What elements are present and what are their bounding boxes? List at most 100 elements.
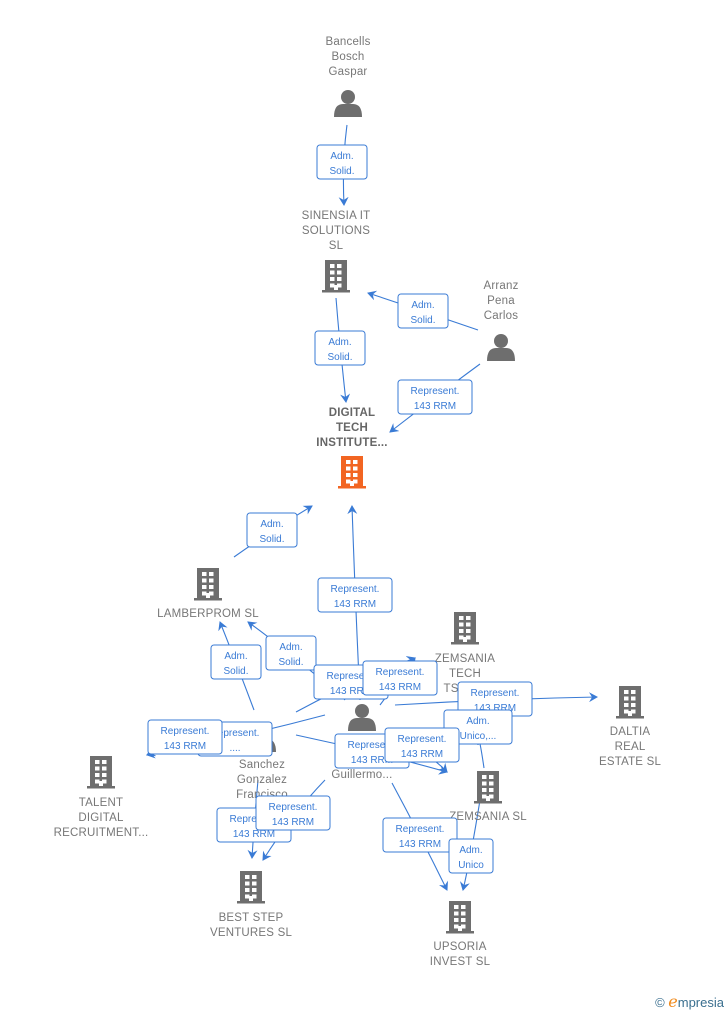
edge-label-text: Solid. [327, 352, 352, 363]
building-icon [451, 612, 479, 645]
edge-label-text: Represent. [396, 824, 445, 835]
building-icon [474, 771, 502, 804]
edge-label-text: 143 RRM [272, 817, 314, 828]
edge-label[interactable]: Adm. Solid. [397, 293, 449, 329]
node-arranz[interactable]: Arranz Pena Carlos [483, 280, 518, 361]
edge-label-text: Adm. [224, 651, 247, 662]
node-label: TECH [336, 422, 368, 434]
edge-label-text: Represent. [398, 734, 447, 745]
node-label: Bosch [332, 51, 365, 63]
node-label: Sanchez [239, 759, 285, 771]
node-label: BEST STEP [219, 912, 284, 924]
edge-label[interactable]: Adm. Solid. [210, 644, 262, 680]
edge-label-text: Represent. [376, 667, 425, 678]
node-label: Gaspar [329, 66, 368, 78]
building-icon [87, 756, 115, 789]
node-digital[interactable]: DIGITAL TECH INSTITUTE... [316, 407, 388, 489]
edge-label-text: Represent. [269, 802, 318, 813]
node-daltia[interactable]: DALTIA REAL ESTATE SL [599, 686, 661, 768]
edge-label-text: Adm. [328, 337, 351, 348]
edge-label-text: Adm. [466, 716, 489, 727]
node-label: INSTITUTE... [316, 437, 387, 449]
building-icon [194, 568, 222, 601]
person-icon [348, 704, 376, 731]
building-icon [322, 260, 350, 293]
edge-label-text: Represent. [331, 584, 380, 595]
node-talent[interactable]: TALENT DIGITAL RECRUITMENT... [54, 756, 149, 839]
edge-label-text: Adm. [260, 519, 283, 530]
node-label: RECRUITMENT... [54, 827, 149, 839]
person-icon [487, 334, 515, 361]
edge-label-text: 143 RRM [399, 839, 441, 850]
node-label: ZEMSANIA SL [449, 811, 527, 823]
node-label: SL [329, 240, 344, 252]
node-label: DALTIA [610, 726, 651, 738]
edge-label-text: Represent. [161, 726, 210, 737]
edge-label[interactable]: Represent. 143 RRM [384, 727, 460, 763]
edge-label-text: 143 RRM [379, 682, 421, 693]
node-zemsania[interactable]: ZEMSANIA SL [449, 771, 527, 823]
node-label: DIGITAL [329, 407, 376, 419]
copyright-icon: © [655, 995, 665, 1010]
edge-label-text: Represent. [471, 688, 520, 699]
network-graph: BancellsBoschGasparSINENSIA ITSOLUTIONSS… [54, 36, 662, 968]
edge-label-text: Unico [458, 860, 484, 871]
edge-label-text: Solid. [278, 657, 303, 668]
edge-label[interactable]: Represent. 143 RRM [382, 817, 458, 853]
node-label: Gonzalez [237, 774, 287, 786]
edge-label-text: Solid. [259, 534, 284, 545]
empresia-logo[interactable]: © empresia [655, 992, 724, 1011]
node-bancells[interactable]: Bancells Bosch Gaspar [325, 36, 370, 117]
edge-label-text: 143 RRM [164, 741, 206, 752]
edge-label[interactable]: Represent. 143 RRM [255, 795, 331, 831]
edge-label-text: Represent. [411, 386, 460, 397]
node-label: REAL [615, 741, 646, 753]
edge-label[interactable]: Represent. 143 RRM [397, 379, 473, 415]
edge-label-text: 143 RRM [401, 749, 443, 760]
edge-label[interactable]: Represent. 143 RRM [147, 719, 223, 755]
node-lamberprom[interactable]: LAMBERPROM SL [157, 568, 259, 620]
edge-label[interactable]: Adm. Solid. [314, 330, 366, 366]
edge-label-text: Adm. [279, 642, 302, 653]
building-icon [616, 686, 644, 719]
node-beststep[interactable]: BEST STEP VENTURES SL [210, 871, 292, 939]
edge-label-text: Solid. [223, 666, 248, 677]
edge-label-text: .... [229, 743, 240, 754]
edge-label[interactable]: Represent. 143 RRM [362, 660, 438, 696]
edge-label[interactable]: Adm. Unico [448, 838, 494, 874]
edge-label[interactable]: Adm. Solid. [265, 635, 317, 671]
node-sinensia[interactable]: SINENSIA IT SOLUTIONS SL [302, 210, 371, 293]
edge-label-text: Adm. [459, 845, 482, 856]
node-label: TECH [449, 668, 481, 680]
edge-label-text: Adm. [330, 151, 353, 162]
node-label: UPSORIA [433, 941, 486, 953]
edge-label-text: 143 RRM [233, 829, 275, 840]
node-label: Arranz [483, 280, 518, 292]
node-label: ESTATE SL [599, 756, 661, 768]
person-icon [334, 90, 362, 117]
node-label: SINENSIA IT [302, 210, 371, 222]
node-label: Guillermo... [331, 769, 392, 781]
node-label: DIGITAL [78, 812, 124, 824]
edge-label-text: Adm. [411, 300, 434, 311]
node-label: ZEMSANIA [435, 653, 496, 665]
building-icon [338, 456, 366, 489]
edge-label-text: Unico,... [460, 731, 497, 742]
edge-label[interactable]: Adm. Solid. [316, 144, 368, 180]
edge-label-text: Solid. [410, 315, 435, 326]
building-icon [237, 871, 265, 904]
node-upsoria[interactable]: UPSORIA INVEST SL [430, 901, 491, 968]
node-label: LAMBERPROM SL [157, 608, 259, 620]
building-icon [446, 901, 474, 934]
edge-label-text: Solid. [329, 166, 354, 177]
node-label: INVEST SL [430, 956, 491, 968]
edge-label[interactable]: Represent. 143 RRM [317, 577, 393, 613]
node-label: Bancells [325, 36, 370, 48]
node-label: SOLUTIONS [302, 225, 370, 237]
node-label: Carlos [484, 310, 518, 322]
node-label: Pena [487, 295, 515, 307]
node-label: TALENT [79, 797, 123, 809]
edge-label-text: 143 RRM [334, 599, 376, 610]
edge-label[interactable]: Adm. Solid. [246, 512, 298, 548]
edge-label-text: 143 RRM [414, 401, 456, 412]
